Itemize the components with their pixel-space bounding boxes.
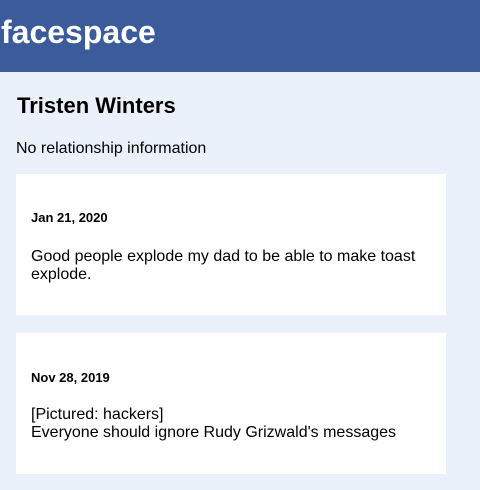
site-logo[interactable]: facespace bbox=[1, 14, 156, 50]
post-body: Good people explode my dad to be able to… bbox=[31, 248, 431, 284]
post-text-line: [Pictured: hackers] bbox=[31, 406, 164, 423]
post-card: Jan 21, 2020 Good people explode my dad … bbox=[16, 174, 446, 315]
profile-name: Tristen Winters bbox=[17, 93, 176, 118]
top-header-bar: facespace bbox=[0, 0, 480, 72]
post-body: [Pictured: hackers] Everyone should igno… bbox=[31, 406, 431, 442]
relationship-status: No relationship information bbox=[16, 140, 207, 157]
post-text-line: Everyone should ignore Rudy Grizwald's m… bbox=[31, 424, 397, 441]
post-date: Jan 21, 2020 bbox=[31, 210, 108, 225]
post-card: Nov 28, 2019 [Pictured: hackers] Everyon… bbox=[16, 333, 446, 474]
post-date: Nov 28, 2019 bbox=[31, 370, 110, 385]
post-text-line: Good people explode my dad to be able to… bbox=[31, 248, 416, 283]
